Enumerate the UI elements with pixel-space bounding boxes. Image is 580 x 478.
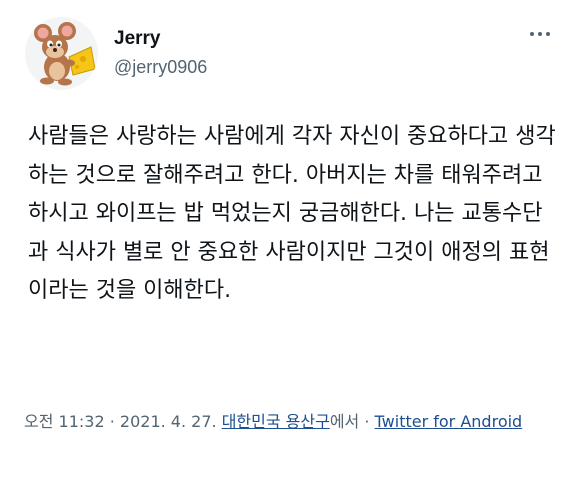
meta-separator: · — [104, 412, 120, 431]
tweet-card: Jerry @jerry0906 사람들은 사랑하는 사람에게 각자 자신이 중… — [0, 0, 580, 478]
more-options-icon[interactable] — [530, 32, 550, 36]
more-dot — [546, 32, 550, 36]
more-dot — [530, 32, 534, 36]
tweet-time[interactable]: 오전 11:32 — [24, 412, 105, 431]
more-dot — [538, 32, 542, 36]
location-suffix: 에서 — [329, 412, 360, 431]
user-handle[interactable]: @jerry0906 — [114, 57, 207, 78]
avatar[interactable] — [25, 17, 98, 90]
source-link[interactable]: Twitter for Android — [375, 412, 523, 431]
display-name[interactable]: Jerry — [114, 28, 161, 50]
tweet-date[interactable]: 2021. 4. 27. — [120, 412, 217, 431]
jerry-mouse-avatar-icon — [34, 22, 96, 86]
tweet-meta: 오전 11:32 · 2021. 4. 27. 대한민국 용산구에서 · Twi… — [24, 408, 564, 436]
location-link[interactable]: 대한민국 용산구 — [222, 412, 330, 431]
tweet-text: 사람들은 사랑하는 사람에게 각자 자신이 중요하다고 생각하는 것으로 잘해주… — [28, 124, 556, 303]
meta-separator: · — [359, 412, 375, 431]
